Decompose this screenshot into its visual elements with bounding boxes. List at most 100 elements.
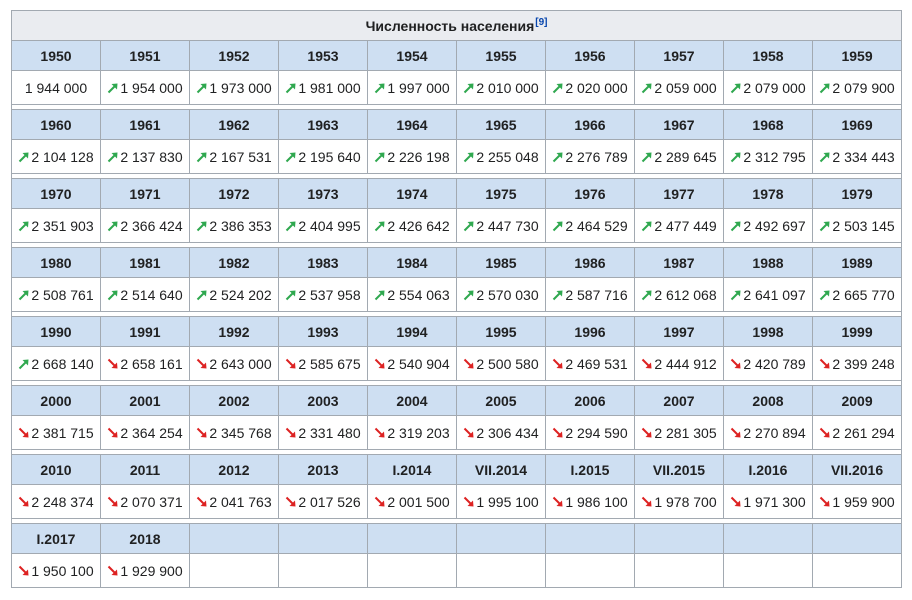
year-header-cell: 1976 (545, 178, 635, 209)
population-value-cell: 1 995 100 (456, 484, 546, 519)
year-header-cell: 1991 (100, 316, 190, 347)
population-value: 1 995 100 (476, 493, 539, 510)
population-value-cell: 2 261 294 (811, 415, 903, 450)
increase-arrow-icon (374, 220, 386, 232)
caption-reference-link[interactable]: [9] (535, 17, 547, 28)
population-value: 2 289 645 (654, 148, 717, 165)
population-value-cell: 2 503 145 (811, 208, 903, 243)
population-value: 2 306 434 (476, 424, 539, 441)
population-value: 2 001 500 (387, 493, 450, 510)
population-value: 2 668 140 (31, 355, 94, 372)
population-value-row: 1 950 100 1 929 900 (11, 553, 903, 588)
population-value: 2 104 128 (31, 148, 94, 165)
year-header-row: I.2017 2018 (11, 523, 903, 554)
population-value-cell: 2 492 697 (723, 208, 813, 243)
decrease-arrow-icon (552, 427, 564, 439)
decrease-arrow-icon (552, 358, 564, 370)
increase-arrow-icon (374, 82, 386, 94)
year-header-cell: 1987 (634, 247, 724, 278)
population-value-cell: 2 248 374 (11, 484, 101, 519)
increase-arrow-icon (730, 151, 742, 163)
year-header-cell (367, 523, 457, 554)
year-header-row: 1980 1981 1982 1983 1984 1985 1986 1987 1988 1989 (11, 247, 903, 278)
population-value: 2 658 161 (120, 355, 183, 372)
increase-arrow-icon (463, 82, 475, 94)
increase-arrow-icon (641, 151, 653, 163)
population-value-cell: 2 312 795 (723, 139, 813, 174)
year-header-cell: 2009 (811, 385, 903, 416)
year-header-cell (723, 523, 813, 554)
population-value-row: 2 351 903 2 366 424 2 386 353 2 404 995 2 42… (11, 208, 903, 243)
population-value-cell: 2 020 000 (545, 70, 635, 105)
increase-arrow-icon (196, 151, 208, 163)
population-value-cell: 2 658 161 (100, 346, 190, 381)
year-header-cell: 1979 (811, 178, 903, 209)
population-value: 1 950 100 (31, 562, 94, 579)
population-value-cell (367, 553, 457, 588)
increase-arrow-icon (285, 289, 297, 301)
population-value: 2 508 761 (31, 286, 94, 303)
year-header-cell: 1956 (545, 40, 635, 71)
year-header-cell: 1958 (723, 40, 813, 71)
decrease-arrow-icon (730, 496, 742, 508)
population-value-cell: 2 010 000 (456, 70, 546, 105)
population-value: 2 137 830 (120, 148, 183, 165)
year-header-cell: 1973 (278, 178, 368, 209)
population-value: 2 010 000 (476, 79, 539, 96)
year-header-cell (278, 523, 368, 554)
population-value-cell: 1 973 000 (189, 70, 279, 105)
population-value: 2 079 000 (743, 79, 806, 96)
increase-arrow-icon (18, 220, 30, 232)
year-header-cell (634, 523, 724, 554)
population-value-cell: 2 540 904 (367, 346, 457, 381)
population-value: 2 226 198 (387, 148, 450, 165)
population-value: 2 020 000 (565, 79, 628, 96)
population-value-cell: 1 986 100 (545, 484, 635, 519)
year-header-cell: I.2014 (367, 454, 457, 485)
decrease-arrow-icon (285, 427, 297, 439)
decrease-arrow-icon (730, 427, 742, 439)
year-header-cell: 2008 (723, 385, 813, 416)
population-value-cell: 2 641 097 (723, 277, 813, 312)
population-value: 2 537 958 (298, 286, 361, 303)
population-value-cell: 1 971 300 (723, 484, 813, 519)
population-value: 1 997 000 (387, 79, 450, 96)
year-header-cell: 1989 (811, 247, 903, 278)
decrease-arrow-icon (463, 358, 475, 370)
population-value-cell (811, 553, 903, 588)
population-value: 2 492 697 (743, 217, 806, 234)
population-value-cell: 2 612 068 (634, 277, 724, 312)
year-header-cell: 2003 (278, 385, 368, 416)
population-value-cell: 2 270 894 (723, 415, 813, 450)
population-value-cell: 2 587 716 (545, 277, 635, 312)
year-header-cell: 1998 (723, 316, 813, 347)
increase-arrow-icon (107, 151, 119, 163)
population-value: 1 986 100 (565, 493, 628, 510)
year-header-cell: 2005 (456, 385, 546, 416)
increase-arrow-icon (819, 82, 831, 94)
population-value: 2 366 424 (120, 217, 183, 234)
year-header-cell: 1961 (100, 109, 190, 140)
year-header-cell: 1992 (189, 316, 279, 347)
year-header-cell: 1981 (100, 247, 190, 278)
increase-arrow-icon (819, 220, 831, 232)
population-value: 1 929 900 (120, 562, 183, 579)
population-value: 2 514 640 (120, 286, 183, 303)
population-value: 2 447 730 (476, 217, 539, 234)
population-value-cell: 2 167 531 (189, 139, 279, 174)
population-value-cell: 2 289 645 (634, 139, 724, 174)
year-header-cell: 1969 (811, 109, 903, 140)
year-header-cell: 2010 (11, 454, 101, 485)
table-caption: Численность населения[9] (10, 10, 903, 41)
population-value-cell: 1 929 900 (100, 553, 190, 588)
decrease-arrow-icon (641, 496, 653, 508)
decrease-arrow-icon (463, 496, 475, 508)
population-value: 2 017 526 (298, 493, 361, 510)
year-header-cell: VII.2014 (456, 454, 546, 485)
population-value-cell: 2 017 526 (278, 484, 368, 519)
increase-arrow-icon (107, 289, 119, 301)
population-value-cell: 2 524 202 (189, 277, 279, 312)
increase-arrow-icon (18, 289, 30, 301)
population-value: 2 381 715 (31, 424, 94, 441)
year-header-cell: 1967 (634, 109, 724, 140)
